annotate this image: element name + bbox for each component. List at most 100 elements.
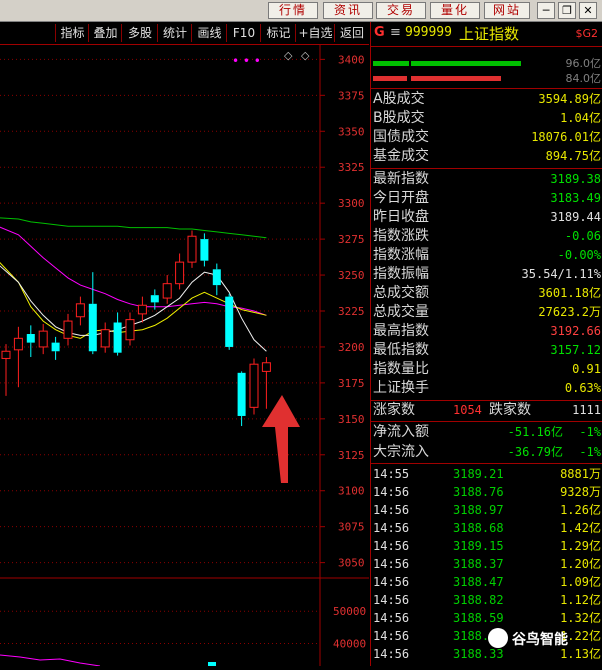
minimize-icon[interactable]: ─	[537, 2, 555, 19]
toolbar-f10[interactable]: F10	[226, 24, 261, 42]
candle[interactable]	[26, 325, 35, 358]
stat-row: 最高指数 3192.66	[371, 322, 602, 341]
price-tick-label: 3200	[338, 341, 365, 354]
candle[interactable]	[75, 296, 85, 326]
menu-button-quotes[interactable]: 行情	[268, 2, 318, 19]
candle[interactable]	[175, 253, 185, 290]
toolbar-multi-stock[interactable]: 多股	[121, 24, 158, 42]
tick-time: 14:56	[373, 539, 410, 553]
toolbar-add-favorite[interactable]: +自选	[295, 24, 335, 42]
tick-time: 14:56	[373, 611, 410, 625]
turnover-label: A股成交	[373, 91, 425, 107]
restore-icon[interactable]: ❐	[558, 2, 576, 19]
menu-button-news[interactable]: 资讯	[323, 2, 373, 19]
stat-value: -0.00%	[557, 248, 601, 262]
candle-body	[150, 295, 159, 303]
stat-row: 今日开盘 3183.49	[371, 189, 602, 208]
menu-icon[interactable]: ≡	[390, 25, 401, 40]
toolbar-overlay[interactable]: 叠加	[88, 24, 122, 42]
tick-volume-number: 1.29	[560, 539, 589, 553]
toolbar-draw-line[interactable]: 画线	[191, 24, 227, 42]
separator	[371, 463, 602, 464]
tick-time: 14:56	[373, 485, 410, 499]
toolbar-back[interactable]: 返回	[334, 24, 369, 42]
candle[interactable]	[1, 344, 11, 396]
tick-volume: 1.09亿	[560, 573, 601, 591]
flow-pct: -1%	[579, 425, 601, 439]
tick-volume-unit: 亿	[588, 593, 601, 607]
candle[interactable]	[162, 275, 172, 304]
toolbar-statistics[interactable]: 统计	[157, 24, 192, 42]
candle[interactable]	[225, 293, 234, 350]
candle[interactable]	[51, 336, 60, 360]
kline-chart[interactable]: 3400 3375 3350 3325 3300 3275 3250 3225 3200 3175…	[0, 45, 369, 667]
tick-volume-number: 9328	[560, 485, 589, 499]
tick-price: 3189.21	[453, 467, 504, 481]
stat-row: 总成交额 3601.18亿	[371, 284, 602, 303]
stat-row: 最新指数 3189.38	[371, 170, 602, 189]
tick-price: 3188.37	[453, 557, 504, 571]
stock-code: 999999	[405, 25, 452, 40]
flow-label: 净流入额	[373, 424, 429, 440]
stat-value: -0.06	[564, 229, 601, 243]
tick-volume: 8881万	[560, 465, 601, 483]
diamond-icon-2[interactable]: ◇	[301, 49, 310, 62]
tick-volume-unit: 亿	[588, 503, 601, 517]
candle[interactable]	[261, 357, 271, 409]
bar-value-1: 96.0亿	[565, 57, 602, 70]
price-tick-label: 3325	[338, 161, 365, 174]
price-tick-label: 3300	[338, 197, 365, 210]
turnover-number: 3594.89	[538, 92, 589, 106]
price-tick-label: 3400	[338, 53, 365, 66]
menu-button-trade[interactable]: 交易	[376, 2, 426, 19]
candle-body	[162, 283, 172, 299]
candle[interactable]	[113, 312, 122, 356]
close-icon[interactable]: ✕	[579, 2, 597, 19]
candle[interactable]	[63, 313, 73, 346]
turnover-unit: 亿	[588, 130, 601, 144]
candle[interactable]	[125, 312, 135, 346]
stat-value: 27623.2万	[538, 305, 601, 319]
candle-body	[63, 320, 73, 339]
separator	[371, 168, 602, 169]
toolbar-indicator[interactable]: 指标	[55, 24, 89, 42]
candle[interactable]	[237, 371, 246, 427]
candle[interactable]	[212, 263, 221, 296]
diamond-icon[interactable]: ◇	[284, 49, 293, 62]
candle[interactable]	[187, 230, 197, 268]
candle-body	[1, 350, 11, 359]
toolbar-mark[interactable]: 标记	[260, 24, 296, 42]
price-tick-label: 3250	[338, 269, 365, 282]
tick-volume-number: 1.12	[560, 593, 589, 607]
volume-ma-line	[0, 654, 101, 667]
price-tick-label: 3225	[338, 305, 365, 318]
candle-body	[38, 330, 48, 348]
candle[interactable]	[137, 296, 147, 323]
turnover-number: 18076.01	[531, 130, 589, 144]
menu-button-website[interactable]: 网站	[484, 2, 530, 19]
candle[interactable]	[249, 358, 259, 415]
stat-value: 3601.18亿	[538, 286, 601, 300]
candle[interactable]	[13, 326, 23, 388]
tick-time: 14:56	[373, 647, 410, 661]
candle[interactable]	[200, 233, 209, 267]
tick-volume: 9328万	[560, 483, 601, 501]
watermark-text: 谷鸟智能	[512, 632, 568, 648]
candle[interactable]	[38, 323, 48, 355]
stat-row: 上证换手 0.63%	[371, 379, 602, 398]
candle[interactable]	[100, 322, 110, 353]
turnover-value: 3594.89亿	[538, 90, 601, 109]
stat-label: 指数涨幅	[373, 247, 429, 263]
candle-body	[75, 303, 85, 318]
candle[interactable]	[88, 272, 97, 355]
turnover-unit: 亿	[588, 111, 601, 125]
bar-red-right	[411, 76, 501, 81]
tick-price: 3188.76	[453, 485, 504, 499]
stat-value: 0.91	[572, 362, 601, 376]
menu-button-quant[interactable]: 量化	[430, 2, 480, 19]
tick-volume-number: 1.26	[560, 503, 589, 517]
tick-volume-number: 1.09	[560, 575, 589, 589]
stat-row: 指数振幅 35.54/1.11%	[371, 265, 602, 284]
tick-volume: 1.29亿	[560, 537, 601, 555]
stat-row: 昨日收盘 3189.44	[371, 208, 602, 227]
